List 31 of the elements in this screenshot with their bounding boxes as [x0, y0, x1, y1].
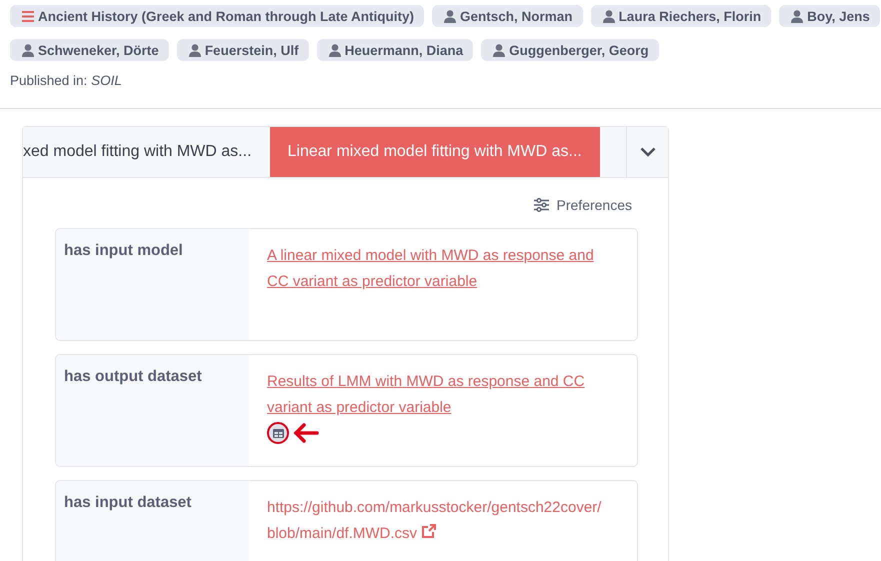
person-icon: [444, 10, 456, 22]
published-in-text: Published in: SOIL: [10, 73, 123, 88]
resource-link[interactable]: Results of LMM with MWD as response and CC variant as predictor variable: [267, 369, 609, 420]
chevron-down-icon: [640, 147, 656, 157]
author-chip[interactable]: Boy, Jens: [779, 5, 880, 27]
table-view-button[interactable]: [267, 422, 289, 444]
author-chip[interactable]: Feuerstein, Ulf: [176, 39, 309, 61]
person-icon: [493, 44, 506, 56]
author-chip[interactable]: Guggenberger, Georg: [481, 39, 659, 61]
property-label: has input dataset: [56, 481, 249, 561]
author-chip[interactable]: Laura Riechers, Florin: [590, 5, 772, 27]
person-icon: [791, 10, 804, 22]
person-icon: [602, 10, 615, 22]
author-chip[interactable]: Heuermann, Diana: [316, 39, 474, 61]
tab[interactable]: Linear mixed model fitting with MWD as...: [270, 127, 600, 177]
property-label: has output dataset: [56, 355, 249, 466]
research-field-chip[interactable]: Ancient History (Greek and Roman through Late Antiquity): [10, 5, 424, 27]
property-label: has input model: [56, 229, 249, 340]
person-icon: [328, 44, 341, 56]
person-icon: [188, 44, 201, 56]
url-link[interactable]: https://github.com/markusstocker/gentsch22cover/blob/main/df.MWD.csv: [267, 495, 609, 546]
sliders-icon: [534, 198, 549, 212]
person-icon: [22, 44, 34, 56]
table-icon: [272, 428, 284, 438]
external-link-icon[interactable]: [421, 524, 438, 538]
tab[interactable]: xed model fitting with MWD as...: [23, 127, 270, 177]
preferences-button[interactable]: Preferences: [528, 196, 638, 214]
author-chip[interactable]: Schweneker, Dörte: [10, 39, 169, 61]
resource-link[interactable]: A linear mixed model with MWD as response and CC variant as predictor variable: [267, 243, 609, 294]
author-chip[interactable]: Gentsch, Norman: [432, 5, 583, 27]
menu-icon: [22, 10, 34, 22]
